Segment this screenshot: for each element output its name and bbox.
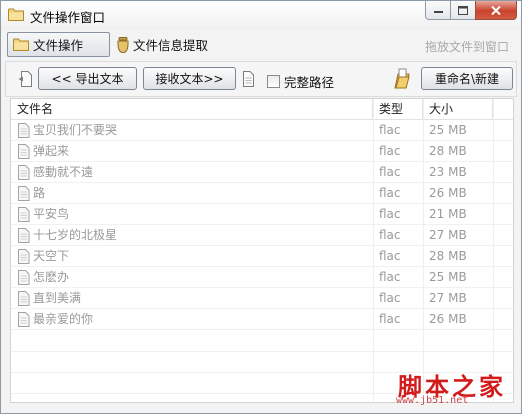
file-name: 感動就不遠: [33, 165, 94, 179]
tab-row: 文件操作 文件信息提取 拖放文件到窗口: [5, 32, 517, 58]
table-row[interactable]: 怎麽办 flac 25 MB: [11, 267, 513, 288]
tab-label: 文件操作: [33, 38, 84, 53]
folder-icon: [8, 8, 24, 21]
export-text-button[interactable]: << 导出文本: [38, 67, 137, 90]
file-size: 26 MB: [429, 312, 467, 326]
file-type: flac: [379, 312, 401, 326]
file-name: 弹起来: [33, 144, 70, 158]
file-type: flac: [379, 165, 401, 179]
rename-new-button[interactable]: 重命名\新建: [421, 67, 513, 90]
file-type: flac: [379, 123, 401, 137]
tab-file-operation[interactable]: 文件操作: [7, 32, 110, 57]
empty-row-divider: [11, 351, 513, 352]
table-row[interactable]: 天空下 flac 28 MB: [11, 246, 513, 267]
file-icon: [18, 144, 30, 159]
maximize-button[interactable]: [450, 1, 476, 20]
file-type: flac: [379, 249, 401, 263]
table-row[interactable]: 宝贝我们不要哭 flac 25 MB: [11, 120, 513, 141]
file-name: 平安鸟: [33, 207, 70, 221]
list-header: 文件名 类型 大小: [11, 99, 513, 120]
file-type: flac: [379, 270, 401, 284]
file-type: flac: [379, 291, 401, 305]
file-icon: [18, 228, 30, 243]
folder-document-icon[interactable]: [394, 68, 410, 90]
file-type: flac: [379, 228, 401, 242]
file-size: 23 MB: [429, 165, 467, 179]
file-size: 28 MB: [429, 249, 467, 263]
file-icon: [18, 270, 30, 285]
table-row[interactable]: 直到美满 flac 27 MB: [11, 288, 513, 309]
file-name: 十七岁的北极星: [33, 228, 118, 242]
window-title: 文件操作窗口: [30, 10, 106, 25]
file-type: flac: [379, 207, 401, 221]
table-row[interactable]: 十七岁的北极星 flac 27 MB: [11, 225, 513, 246]
file-size: 28 MB: [429, 144, 467, 158]
file-icon: [18, 312, 30, 327]
file-icon: [18, 207, 30, 222]
file-size: 27 MB: [429, 228, 467, 242]
table-row[interactable]: 感動就不遠 flac 23 MB: [11, 162, 513, 183]
column-header-type[interactable]: 类型: [373, 99, 423, 120]
table-row[interactable]: 弹起来 flac 28 MB: [11, 141, 513, 162]
watermark-url: www.jb51.net: [396, 395, 469, 406]
file-name: 宝贝我们不要哭: [33, 123, 118, 137]
table-row[interactable]: 路 flac 26 MB: [11, 183, 513, 204]
toolbar: << 导出文本 接收文本>> 完整路径 重命名\新建: [5, 61, 517, 97]
file-type: flac: [379, 186, 401, 200]
column-header-size[interactable]: 大小: [423, 99, 493, 120]
tab-label: 文件信息提取: [133, 38, 209, 53]
column-header-name[interactable]: 文件名: [11, 99, 373, 120]
file-list[interactable]: 文件名 类型 大小 宝贝我们不要哭 flac 25 MB 弹起来 flac 28 MB 感動…: [10, 98, 514, 403]
title-bar[interactable]: 文件操作窗口: [1, 1, 521, 29]
file-name: 路: [33, 186, 46, 200]
file-name: 最亲爱的你: [33, 312, 94, 326]
file-size: 26 MB: [429, 186, 467, 200]
file-size: 25 MB: [429, 123, 467, 137]
file-size: 27 MB: [429, 291, 467, 305]
document-arrow-icon[interactable]: [18, 71, 32, 87]
minimize-icon: [433, 11, 443, 13]
full-path-label: 完整路径: [284, 75, 335, 90]
file-icon: [18, 291, 30, 306]
drag-drop-hint: 拖放文件到窗口: [424, 40, 509, 54]
watermark: 脚本之家 www.jb51.net: [394, 367, 514, 407]
folder-icon: [13, 38, 29, 51]
file-icon: [18, 186, 30, 201]
file-name: 天空下: [33, 249, 70, 263]
maximize-icon: [458, 5, 468, 15]
file-size: 25 MB: [429, 270, 467, 284]
tab-file-info-extract[interactable]: 文件信息提取: [112, 32, 222, 57]
close-button[interactable]: [475, 1, 517, 20]
file-icon: [18, 165, 30, 180]
full-path-option[interactable]: 完整路径: [267, 72, 334, 91]
file-icon: [18, 249, 30, 264]
window-controls: [425, 1, 517, 21]
table-row[interactable]: 平安鸟 flac 21 MB: [11, 204, 513, 225]
receive-text-button[interactable]: 接收文本>>: [143, 67, 236, 90]
file-type: flac: [379, 144, 401, 158]
file-name: 直到美满: [33, 291, 82, 305]
document-icon[interactable]: [242, 71, 256, 87]
minimize-button[interactable]: [425, 1, 451, 20]
jar-icon: [117, 36, 129, 53]
file-operation-window: 文件操作窗口 文件操作 文件信息提取 拖放文件到窗口 << 导出文本 接收文本>…: [0, 0, 522, 414]
close-icon: [491, 5, 501, 15]
full-path-checkbox[interactable]: [267, 75, 280, 88]
file-name: 怎麽办: [33, 270, 70, 284]
table-row[interactable]: 最亲爱的你 flac 26 MB: [11, 309, 513, 330]
file-size: 21 MB: [429, 207, 467, 221]
list-rows: 宝贝我们不要哭 flac 25 MB 弹起来 flac 28 MB 感動就不遠 flac 23 …: [11, 120, 513, 330]
file-icon: [18, 123, 30, 138]
